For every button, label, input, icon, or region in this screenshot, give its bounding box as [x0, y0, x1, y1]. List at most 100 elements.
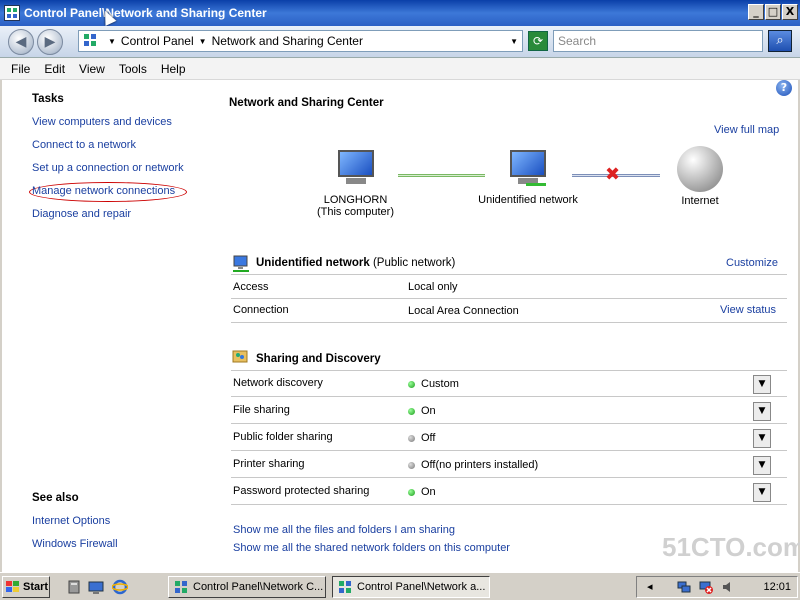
tray-network-icon[interactable]: [677, 580, 691, 594]
expand-printer-sharing-button[interactable]: ▼: [753, 456, 771, 475]
page-title: Network and Sharing Center: [229, 97, 384, 109]
status-on-icon: [408, 407, 415, 415]
server-manager-icon[interactable]: [66, 579, 82, 595]
window-controls: _ □ X: [748, 4, 798, 20]
close-button[interactable]: X: [782, 4, 798, 20]
watermark-text: 51CTO.com: [662, 532, 800, 562]
taskbar-window-2-label: Control Panel\Network a...: [357, 581, 486, 593]
network-type: (Public network): [372, 257, 456, 269]
start-label: Start: [23, 581, 49, 593]
title-bar: Control Panel\Network and Sharing Center…: [0, 0, 800, 26]
start-button[interactable]: Start: [2, 576, 50, 598]
access-value: Local only: [408, 281, 458, 293]
taskbar: Start Control Panel\Network C... Control…: [0, 572, 800, 600]
network-icon: [506, 150, 550, 188]
network-discovery-value: Custom: [408, 378, 459, 390]
status-text: Custom: [421, 378, 459, 390]
expand-file-sharing-button[interactable]: ▼: [753, 402, 771, 421]
status-text: Off(no printers installed): [421, 459, 539, 471]
maximize-button[interactable]: □: [765, 4, 781, 20]
expand-network-discovery-button[interactable]: ▼: [753, 375, 771, 394]
search-input[interactable]: Search: [553, 30, 763, 52]
help-button[interactable]: ?: [776, 80, 792, 96]
computer-subtitle: (This computer): [316, 206, 395, 218]
divider: [231, 450, 787, 451]
status-off-icon: [408, 434, 415, 442]
windows-logo-icon: [6, 581, 20, 593]
back-arrow-icon: ◀: [15, 34, 27, 50]
minimize-button[interactable]: _: [748, 4, 764, 20]
map-internet-node[interactable]: Internet: [670, 146, 730, 207]
window-title: Control Panel\Network and Sharing Center: [24, 6, 267, 20]
expand-password-sharing-button[interactable]: ▼: [753, 483, 771, 502]
link-internet-options[interactable]: Internet Options: [32, 515, 110, 527]
network-section-heading: Unidentified network (Public network): [256, 257, 455, 269]
internet-explorer-icon[interactable]: [111, 579, 129, 595]
search-button[interactable]: ⌕: [768, 30, 792, 52]
breadcrumb-arrow-icon[interactable]: ▼: [199, 37, 207, 46]
access-label: Access: [233, 281, 269, 293]
file-sharing-value: On: [408, 405, 436, 417]
show-desktop-icon[interactable]: [88, 579, 104, 595]
task-diagnose-repair[interactable]: Diagnose and repair: [32, 208, 131, 220]
public-folder-sharing-value: Off: [408, 432, 435, 444]
expand-public-folder-button[interactable]: ▼: [753, 429, 771, 448]
tray-volume-icon[interactable]: [721, 580, 735, 594]
status-on-icon: [408, 488, 415, 496]
file-sharing-label: File sharing: [233, 404, 290, 416]
tray-network-error-icon[interactable]: [699, 580, 713, 594]
printer-sharing-value: Off(no printers installed): [408, 459, 538, 471]
refresh-button[interactable]: ⟳: [528, 31, 548, 51]
status-text: Off: [421, 432, 436, 444]
divider: [231, 396, 787, 397]
divider: [231, 322, 787, 323]
breadcrumb-network-center[interactable]: Network and Sharing Center: [212, 34, 363, 48]
view-full-map-link[interactable]: View full map: [714, 124, 779, 136]
show-shared-folders-link[interactable]: Show me all the shared network folders o…: [233, 542, 510, 554]
link-windows-firewall[interactable]: Windows Firewall: [32, 538, 118, 550]
menu-tools[interactable]: Tools: [112, 62, 154, 76]
menu-file[interactable]: File: [0, 62, 37, 76]
network-section-icon: [232, 255, 250, 273]
map-network-node[interactable]: Unidentified network: [472, 150, 584, 206]
password-sharing-value: On: [408, 486, 436, 498]
network-node-name: Unidentified network: [478, 194, 578, 206]
divider: [231, 477, 787, 478]
show-shared-files-link[interactable]: Show me all the files and folders I am s…: [233, 524, 455, 536]
menu-view[interactable]: View: [72, 62, 112, 76]
tray-arrow-icon[interactable]: ◂: [647, 580, 661, 594]
back-button[interactable]: ◀: [8, 29, 34, 55]
menu-help[interactable]: Help: [154, 62, 193, 76]
breadcrumb-control-panel[interactable]: Control Panel: [121, 34, 194, 48]
computer-icon: [334, 150, 378, 188]
menu-edit[interactable]: Edit: [37, 62, 72, 76]
taskbar-window-1[interactable]: Control Panel\Network C...: [168, 576, 326, 598]
sharing-heading: Sharing and Discovery: [256, 353, 381, 365]
task-connect-network[interactable]: Connect to a network: [32, 139, 136, 151]
divider: [231, 504, 787, 505]
task-view-computers[interactable]: View computers and devices: [32, 116, 172, 128]
tasks-heading: Tasks: [32, 93, 64, 105]
address-field[interactable]: ▼ Control Panel ▼ Network and Sharing Ce…: [78, 30, 523, 52]
status-off-icon: [408, 461, 415, 469]
search-icon: ⌕: [776, 33, 784, 48]
password-sharing-label: Password protected sharing: [233, 485, 370, 497]
printer-sharing-label: Printer sharing: [233, 458, 305, 470]
network-center-icon: [4, 5, 20, 21]
network-center-icon: [337, 579, 353, 595]
disconnected-x-icon[interactable]: ✖: [605, 164, 620, 185]
task-setup-connection[interactable]: Set up a connection or network: [32, 162, 184, 174]
map-computer-node[interactable]: LONGHORN (This computer): [308, 150, 403, 218]
forward-button[interactable]: ▶: [37, 29, 63, 55]
customize-link[interactable]: Customize: [726, 257, 778, 269]
breadcrumb-arrow-icon[interactable]: ▼: [108, 37, 116, 46]
address-dropdown-icon[interactable]: ▼: [510, 37, 518, 46]
view-status-link[interactable]: View status: [720, 304, 776, 316]
taskbar-window-2[interactable]: Control Panel\Network a...: [332, 576, 490, 598]
network-center-icon: [173, 579, 189, 595]
public-folder-sharing-label: Public folder sharing: [233, 431, 333, 443]
divider: [231, 423, 787, 424]
help-icon: ?: [780, 81, 788, 94]
task-manage-connections[interactable]: Manage network connections: [32, 185, 175, 197]
forward-arrow-icon: ▶: [44, 34, 56, 50]
